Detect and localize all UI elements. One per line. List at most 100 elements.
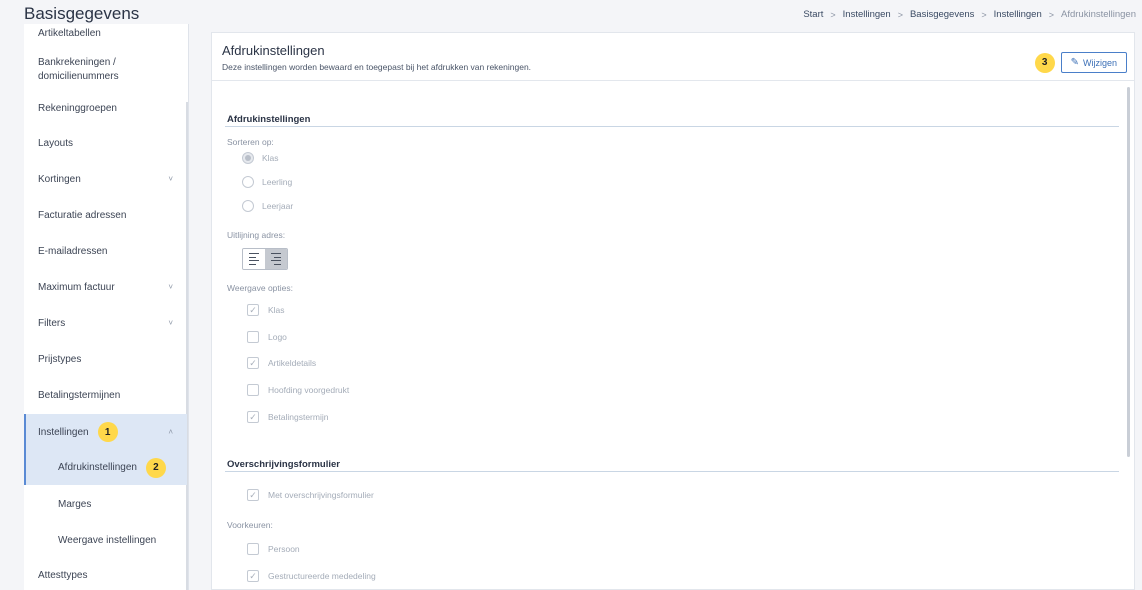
align-right-button[interactable]: [265, 249, 287, 269]
chevron-right-icon: >: [1048, 9, 1054, 20]
chevron-down-icon: ˅: [168, 318, 173, 328]
breadcrumb-instellingen[interactable]: Instellingen: [843, 9, 891, 20]
sidebar-item-label: Bankrekeningen /: [38, 57, 116, 68]
sidebar-item-facturatie-adressen[interactable]: Facturatie adressen: [24, 203, 187, 227]
panel-subtitle: Deze instellingen worden bewaard en toeg…: [222, 62, 532, 72]
sidebar-item-label: Facturatie adressen: [38, 209, 127, 221]
sort-radio-leerling[interactable]: Leerling: [242, 176, 292, 188]
sidebar-item-prijstypes[interactable]: Prijstypes: [24, 347, 187, 371]
address-align-toggle: [242, 248, 288, 270]
chevron-right-icon: >: [897, 9, 903, 20]
sidebar-item-label: domicilienummers: [38, 71, 119, 82]
sidebar-item-label: Rekeninggroepen: [38, 102, 117, 114]
checkmark-icon: ✓: [247, 570, 259, 582]
checkmark-icon: ✓: [247, 357, 259, 369]
checkbox-persoon[interactable]: Persoon: [247, 543, 300, 555]
radio-icon: [242, 200, 254, 212]
checkmark-icon: ✓: [247, 411, 259, 423]
checkbox-empty-icon: [247, 331, 259, 343]
checkbox-met-overschrijvingsformulier[interactable]: ✓ Met overschrijvingsformulier: [247, 489, 374, 501]
checkbox-empty-icon: [247, 543, 259, 555]
sidebar-item-e-mailadressen[interactable]: E-mailadressen: [24, 239, 187, 263]
sidebar-item-artikeltabellen[interactable]: Artikeltabellen: [24, 24, 187, 42]
sidebar-item-layouts[interactable]: Layouts: [24, 131, 187, 155]
sidebar-item-label: Marges: [58, 498, 92, 510]
checkbox-label: Hoofding voorgedrukt: [268, 385, 350, 395]
sidebar-item-label: E-mailadressen: [38, 245, 108, 257]
breadcrumb-instellingen-2[interactable]: Instellingen: [994, 9, 1042, 20]
section-divider: [225, 126, 1119, 127]
chevron-down-icon: ˅: [168, 282, 173, 292]
checkbox-hoofding-voorgedrukt[interactable]: Hoofding voorgedrukt: [247, 384, 349, 396]
align-label: Uitlijning adres:: [227, 230, 286, 240]
sidebar-item-weergave-instellingen[interactable]: Weergave instellingen: [24, 528, 187, 552]
checkbox-label: Betalingstermijn: [268, 412, 329, 422]
sidebar-item-label: Instellingen: [38, 426, 89, 438]
chevron-right-icon: >: [830, 9, 836, 20]
checkbox-label: Gestructureerde mededeling: [268, 571, 376, 581]
align-left-icon: [249, 252, 259, 266]
pencil-icon: ✎: [1070, 57, 1079, 68]
edit-area: 3 ✎ Wijzigen: [1034, 52, 1127, 73]
edit-button-label: Wijzigen: [1082, 57, 1117, 68]
radio-icon: [242, 176, 254, 188]
breadcrumb-start[interactable]: Start: [803, 9, 823, 20]
chevron-right-icon: >: [981, 9, 987, 20]
checkbox-empty-icon: [247, 384, 259, 396]
checkbox-label: Met overschrijvingsformulier: [268, 490, 374, 500]
sidebar-item-label: Prijstypes: [38, 353, 82, 365]
sidebar-item-label: Betalingstermijnen: [38, 389, 121, 401]
sidebar-item-label: Afdrukinstellingen: [58, 462, 137, 473]
breadcrumb-basisgegevens[interactable]: Basisgegevens: [910, 9, 974, 20]
sidebar-item-filters[interactable]: Filters ˅: [24, 311, 187, 335]
checkbox-label: Logo: [268, 332, 287, 342]
sidebar-item-rekeninggroepen[interactable]: Rekeninggroepen: [24, 96, 187, 120]
sidebar-item-afdrukinstellingen[interactable]: Afdrukinstellingen 2: [24, 450, 187, 485]
step-badge: 1: [97, 422, 118, 442]
section-title-afdrukinstellingen: Afdrukinstellingen: [227, 114, 311, 125]
scrollbar[interactable]: [1127, 87, 1130, 457]
checkbox-logo[interactable]: Logo: [247, 331, 287, 343]
sidebar-item-label: Artikeltabellen: [38, 27, 101, 39]
edit-button[interactable]: ✎ Wijzigen: [1060, 52, 1127, 73]
checkbox-artikeldetails[interactable]: ✓ Artikeldetails: [247, 357, 316, 369]
sort-radio-leerjaar[interactable]: Leerjaar: [242, 200, 293, 212]
checkmark-icon: ✓: [247, 489, 259, 501]
checkbox-gestructureerde-mededeling[interactable]: ✓ Gestructureerde mededeling: [247, 570, 376, 582]
page-title: Basisgegevens: [24, 4, 140, 23]
section-title-overschrijvingsformulier: Overschrijvingsformulier: [227, 459, 340, 470]
sidebar-item-betalingstermijnen[interactable]: Betalingstermijnen: [24, 383, 187, 407]
sidebar-item-label: Weergave instellingen: [58, 534, 157, 546]
sidebar-item-attesttypes[interactable]: Attesttypes: [24, 563, 187, 587]
breadcrumb: Start > Instellingen > Basisgegevens > I…: [803, 9, 1136, 20]
sidebar-item-instellingen[interactable]: Instellingen 1 ˄: [24, 414, 187, 450]
panel-header: Afdrukinstellingen Deze instellingen wor…: [212, 33, 1134, 81]
radio-label: Leerling: [262, 177, 293, 187]
sort-label: Sorteren op:: [227, 137, 274, 147]
checkbox-betalingstermijn[interactable]: ✓ Betalingstermijn: [247, 411, 328, 423]
main-panel: Afdrukinstellingen Deze instellingen wor…: [211, 32, 1135, 590]
checkbox-klas[interactable]: ✓ Klas: [247, 304, 285, 316]
sort-radio-klas[interactable]: Klas: [242, 152, 279, 164]
checkmark-icon: ✓: [247, 304, 259, 316]
step-badge: 2: [145, 457, 166, 478]
align-right-icon: [271, 252, 281, 266]
panel-title: Afdrukinstellingen: [222, 43, 325, 58]
checkbox-label: Klas: [268, 305, 285, 315]
sidebar-item-label: Filters: [38, 317, 66, 329]
radio-label: Klas: [262, 153, 279, 163]
chevron-up-icon: ˄: [168, 427, 173, 437]
sidebar-item-kortingen[interactable]: Kortingen ˅: [24, 167, 187, 191]
checkbox-label: Persoon: [268, 544, 300, 554]
sidebar-item-label: Layouts: [38, 137, 74, 149]
checkbox-label: Artikeldetails: [268, 358, 317, 368]
align-left-button[interactable]: [243, 249, 265, 269]
step-badge: 3: [1034, 52, 1055, 73]
display-options-label: Weergave opties:: [227, 283, 293, 293]
sidebar-item-label: Kortingen: [38, 173, 81, 185]
sidebar-item-marges[interactable]: Marges: [24, 492, 187, 516]
sidebar-item-maximum-factuur[interactable]: Maximum factuur ˅: [24, 275, 187, 299]
section-divider: [225, 471, 1119, 472]
chevron-down-icon: ˅: [168, 174, 173, 184]
sidebar-item-bankrekeningen[interactable]: Bankrekeningen / domicilienummers: [24, 54, 187, 86]
